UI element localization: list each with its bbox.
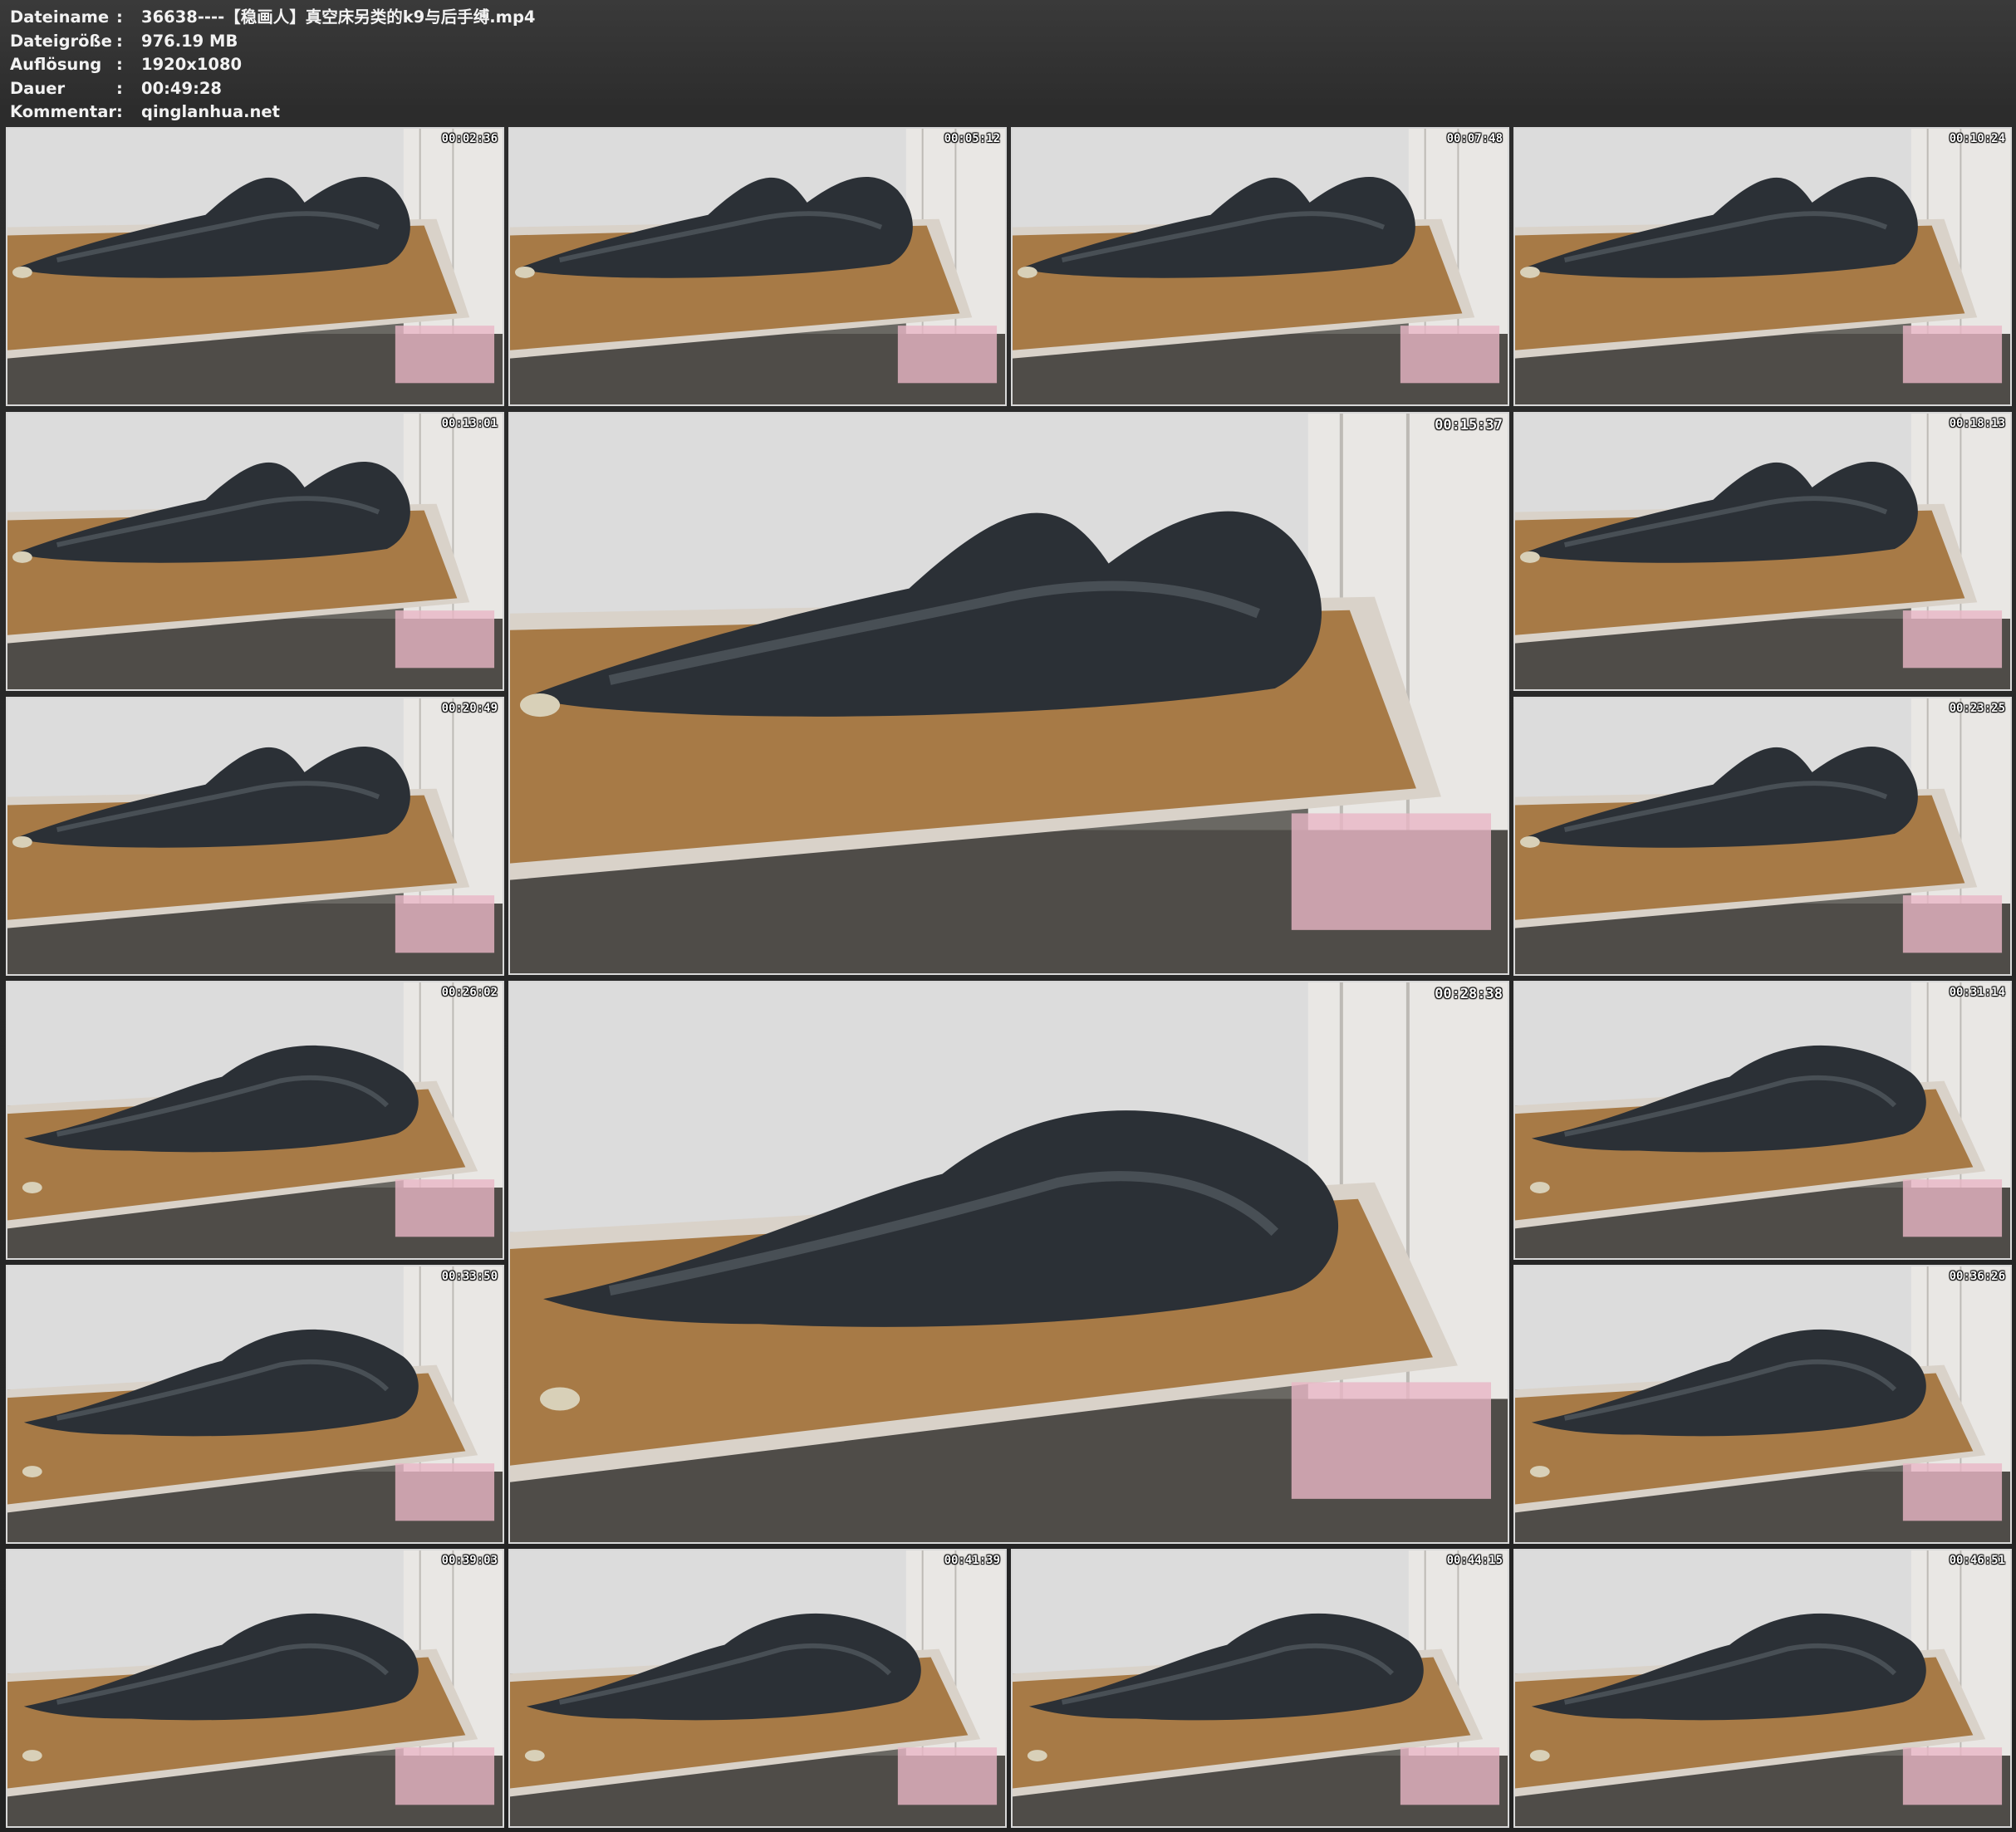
frame-timestamp: 00:41:39 <box>944 1554 1000 1567</box>
info-label-filename: Dateiname <box>10 7 110 27</box>
info-label-comment: Kommentar <box>10 102 117 121</box>
frame-image <box>7 414 503 689</box>
frame-timestamp: 00:05:12 <box>944 132 1000 145</box>
info-separator: : <box>116 102 123 121</box>
video-frame-thumbnail: 00:02:36 <box>6 127 504 406</box>
frame-image <box>1515 982 2010 1258</box>
frame-image <box>510 1550 1005 1826</box>
info-separator: : <box>116 7 123 27</box>
info-label-filesize: Dateigröße <box>10 31 112 51</box>
info-value-resolution: 1920x1080 <box>141 55 243 74</box>
video-frame-thumbnail: 00:18:13 <box>1513 412 2012 691</box>
video-frame-thumbnail: 00:44:15 <box>1011 1549 1509 1828</box>
info-row-duration: Dauer : 00:49:28 <box>10 77 536 101</box>
frame-image <box>1515 1550 2010 1826</box>
frame-timestamp: 00:31:14 <box>1949 986 2005 999</box>
frame-image <box>7 982 503 1258</box>
video-frame-thumbnail: 00:41:39 <box>508 1549 1007 1828</box>
frame-timestamp: 00:13:01 <box>441 417 498 430</box>
video-frame-thumbnail: 00:33:50 <box>6 1265 504 1544</box>
frame-timestamp: 00:39:03 <box>441 1554 498 1567</box>
video-frame-thumbnail: 00:28:38 <box>508 981 1509 1544</box>
frame-image <box>510 129 1005 404</box>
frame-timestamp: 00:46:51 <box>1949 1554 2005 1567</box>
video-frame-thumbnail: 00:31:14 <box>1513 981 2012 1260</box>
frame-image <box>7 129 503 404</box>
info-label-duration: Dauer <box>10 78 66 98</box>
video-frame-thumbnail: 00:20:49 <box>6 697 504 976</box>
info-value-filename: 36638----【稳画人】真空床另类的k9与后手缚.mp4 <box>141 7 536 27</box>
video-frame-thumbnail: 00:13:01 <box>6 412 504 691</box>
info-value-filesize: 976.19 MB <box>141 31 238 51</box>
info-value-duration: 00:49:28 <box>141 78 223 98</box>
frame-timestamp: 00:28:38 <box>1435 986 1503 1002</box>
video-frame-thumbnail: 00:15:37 <box>508 412 1509 975</box>
video-frame-thumbnail: 00:07:48 <box>1011 127 1509 406</box>
file-info-panel: Dateiname : 36638----【稳画人】真空床另类的k9与后手缚.m… <box>10 6 536 125</box>
frame-timestamp: 00:23:25 <box>1949 702 2005 715</box>
frame-image <box>7 1266 503 1542</box>
frame-image <box>1515 414 2010 689</box>
frame-image <box>1515 129 2010 404</box>
frame-image <box>7 698 503 974</box>
frame-image <box>1515 698 2010 974</box>
video-frame-thumbnail: 00:23:25 <box>1513 697 2012 976</box>
video-frame-thumbnail: 00:26:02 <box>6 981 504 1260</box>
frame-image <box>1013 1550 1508 1826</box>
frame-image <box>7 1550 503 1826</box>
frame-timestamp: 00:20:49 <box>441 702 498 715</box>
frame-timestamp: 00:10:24 <box>1949 132 2005 145</box>
frame-timestamp: 00:02:36 <box>441 132 498 145</box>
video-frame-thumbnail: 00:10:24 <box>1513 127 2012 406</box>
frame-timestamp: 00:44:15 <box>1446 1554 1503 1567</box>
info-label-resolution: Auflösung <box>10 55 102 74</box>
video-frame-thumbnail: 00:39:03 <box>6 1549 504 1828</box>
info-row-filename: Dateiname : 36638----【稳画人】真空床另类的k9与后手缚.m… <box>10 6 536 30</box>
info-value-comment: qinglanhua.net <box>141 102 280 121</box>
video-frame-thumbnail: 00:46:51 <box>1513 1549 2012 1828</box>
frame-image <box>510 982 1508 1542</box>
info-separator: : <box>116 31 123 51</box>
info-row-comment: Kommentar : qinglanhua.net <box>10 100 536 125</box>
frame-image <box>1013 129 1508 404</box>
frame-timestamp: 00:26:02 <box>441 986 498 999</box>
frame-timestamp: 00:36:26 <box>1949 1270 2005 1283</box>
info-separator: : <box>116 78 123 98</box>
info-separator: : <box>116 55 123 74</box>
info-row-filesize: Dateigröße : 976.19 MB <box>10 30 536 54</box>
frame-image <box>510 414 1508 973</box>
frame-timestamp: 00:07:48 <box>1446 132 1503 145</box>
video-frame-thumbnail: 00:36:26 <box>1513 1265 2012 1544</box>
frame-timestamp: 00:15:37 <box>1435 417 1503 434</box>
frame-timestamp: 00:33:50 <box>441 1270 498 1283</box>
frame-image <box>1515 1266 2010 1542</box>
video-frame-thumbnail: 00:05:12 <box>508 127 1007 406</box>
info-row-resolution: Auflösung : 1920x1080 <box>10 53 536 77</box>
frame-timestamp: 00:18:13 <box>1949 417 2005 430</box>
